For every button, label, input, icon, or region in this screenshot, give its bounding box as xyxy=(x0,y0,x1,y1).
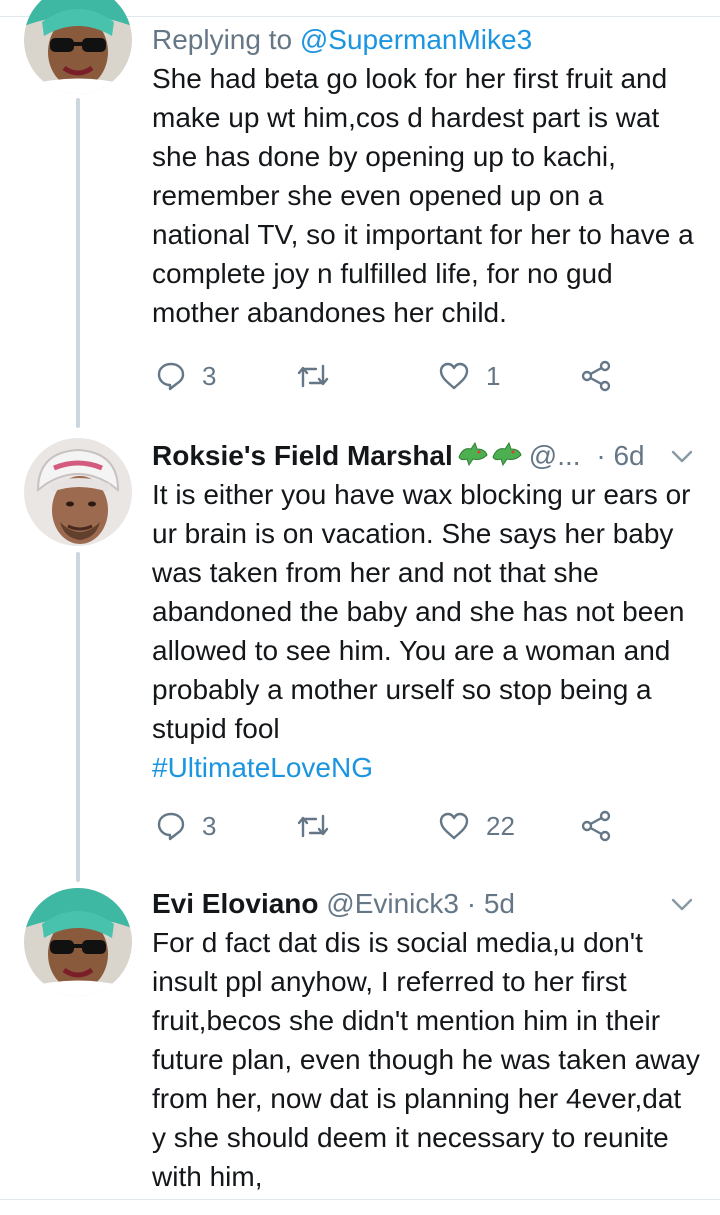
retweet-icon xyxy=(297,364,329,388)
timestamp[interactable]: 6d xyxy=(613,440,644,471)
display-name[interactable]: Roksie's Field Marshal xyxy=(152,440,453,471)
reply-icon xyxy=(157,812,185,841)
retweet-icon xyxy=(297,814,329,838)
like-count: 1 xyxy=(486,360,501,391)
user-handle[interactable]: @... xyxy=(529,440,581,471)
heart-icon xyxy=(439,362,469,390)
tweet-text-body: It is either you have wax blocking ur ea… xyxy=(152,479,691,744)
share-button[interactable] xyxy=(580,806,612,846)
tweet-text: For d fact dat dis is social media,u don… xyxy=(152,927,700,1192)
like-count: 22 xyxy=(486,810,515,841)
dragon-icon xyxy=(457,438,525,477)
tweet-header: Roksie's Field Marshal @... · 6d xyxy=(152,436,700,475)
tweet-text: It is either you have wax blocking ur ea… xyxy=(152,475,700,787)
share-icon xyxy=(581,810,611,842)
tweet-header: Evi Eloviano @Evinick3 · 5d xyxy=(152,884,700,923)
hashtag-link[interactable]: #UltimateLoveNG xyxy=(152,748,700,787)
reply-button[interactable]: 3 xyxy=(156,356,216,396)
avatar[interactable] xyxy=(24,438,132,546)
reply-button[interactable]: 3 xyxy=(156,806,216,846)
like-button[interactable]: 22 xyxy=(438,806,515,846)
separator-dot: · xyxy=(596,440,606,471)
thread-connector-line xyxy=(76,552,80,882)
heart-icon xyxy=(439,812,469,840)
share-button[interactable] xyxy=(580,356,612,396)
user-handle[interactable]: @Evinick3 xyxy=(326,888,459,919)
retweet-button[interactable] xyxy=(296,806,346,846)
chevron-down-icon[interactable] xyxy=(668,890,696,918)
reply-count: 3 xyxy=(202,360,217,391)
separator-dot: · xyxy=(466,888,477,919)
tweet-actions: 3 22 xyxy=(152,806,622,846)
bottom-divider xyxy=(0,1199,720,1200)
mention-link[interactable]: @SupermanMike3 xyxy=(300,24,532,55)
thread-connector-line xyxy=(76,98,80,428)
display-name[interactable]: Evi Eloviano xyxy=(152,888,319,919)
retweet-button[interactable] xyxy=(296,356,346,396)
reply-count: 3 xyxy=(202,810,217,841)
tweet-actions: 3 1 xyxy=(152,356,622,396)
avatar[interactable] xyxy=(24,0,132,94)
avatar[interactable] xyxy=(24,888,132,996)
chevron-down-icon[interactable] xyxy=(668,442,696,470)
like-button[interactable]: 1 xyxy=(438,356,500,396)
timestamp[interactable]: 5d xyxy=(484,888,515,919)
reply-icon xyxy=(157,362,185,391)
replying-to: Replying to @SupermanMike3 xyxy=(152,20,700,59)
share-icon xyxy=(581,360,611,392)
replying-to-label: Replying to xyxy=(152,24,300,55)
tweet-text: She had beta go look for her first fruit… xyxy=(152,63,694,328)
